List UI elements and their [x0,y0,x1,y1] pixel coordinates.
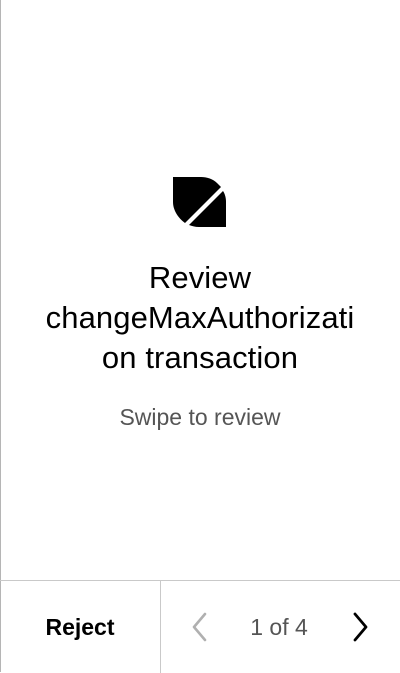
chevron-right-icon[interactable] [346,611,374,643]
footer-bar: Reject 1 of 4 [0,580,400,673]
title-line-2: changeMaxAuthorizati [45,300,355,335]
ontology-logo-icon [173,177,226,227]
title-line-1: Review [148,260,252,295]
page-indicator: 1 of 4 [250,613,308,640]
reject-button[interactable]: Reject [0,581,160,673]
chevron-left-icon[interactable] [186,611,214,643]
title-line-3: on transaction [101,340,299,375]
transaction-title: Review changeMaxAuthorizati on transacti… [0,258,400,378]
footer-divider [160,581,161,673]
review-screen: Review changeMaxAuthorizati on transacti… [0,0,400,673]
swipe-hint: Swipe to review [119,404,281,430]
